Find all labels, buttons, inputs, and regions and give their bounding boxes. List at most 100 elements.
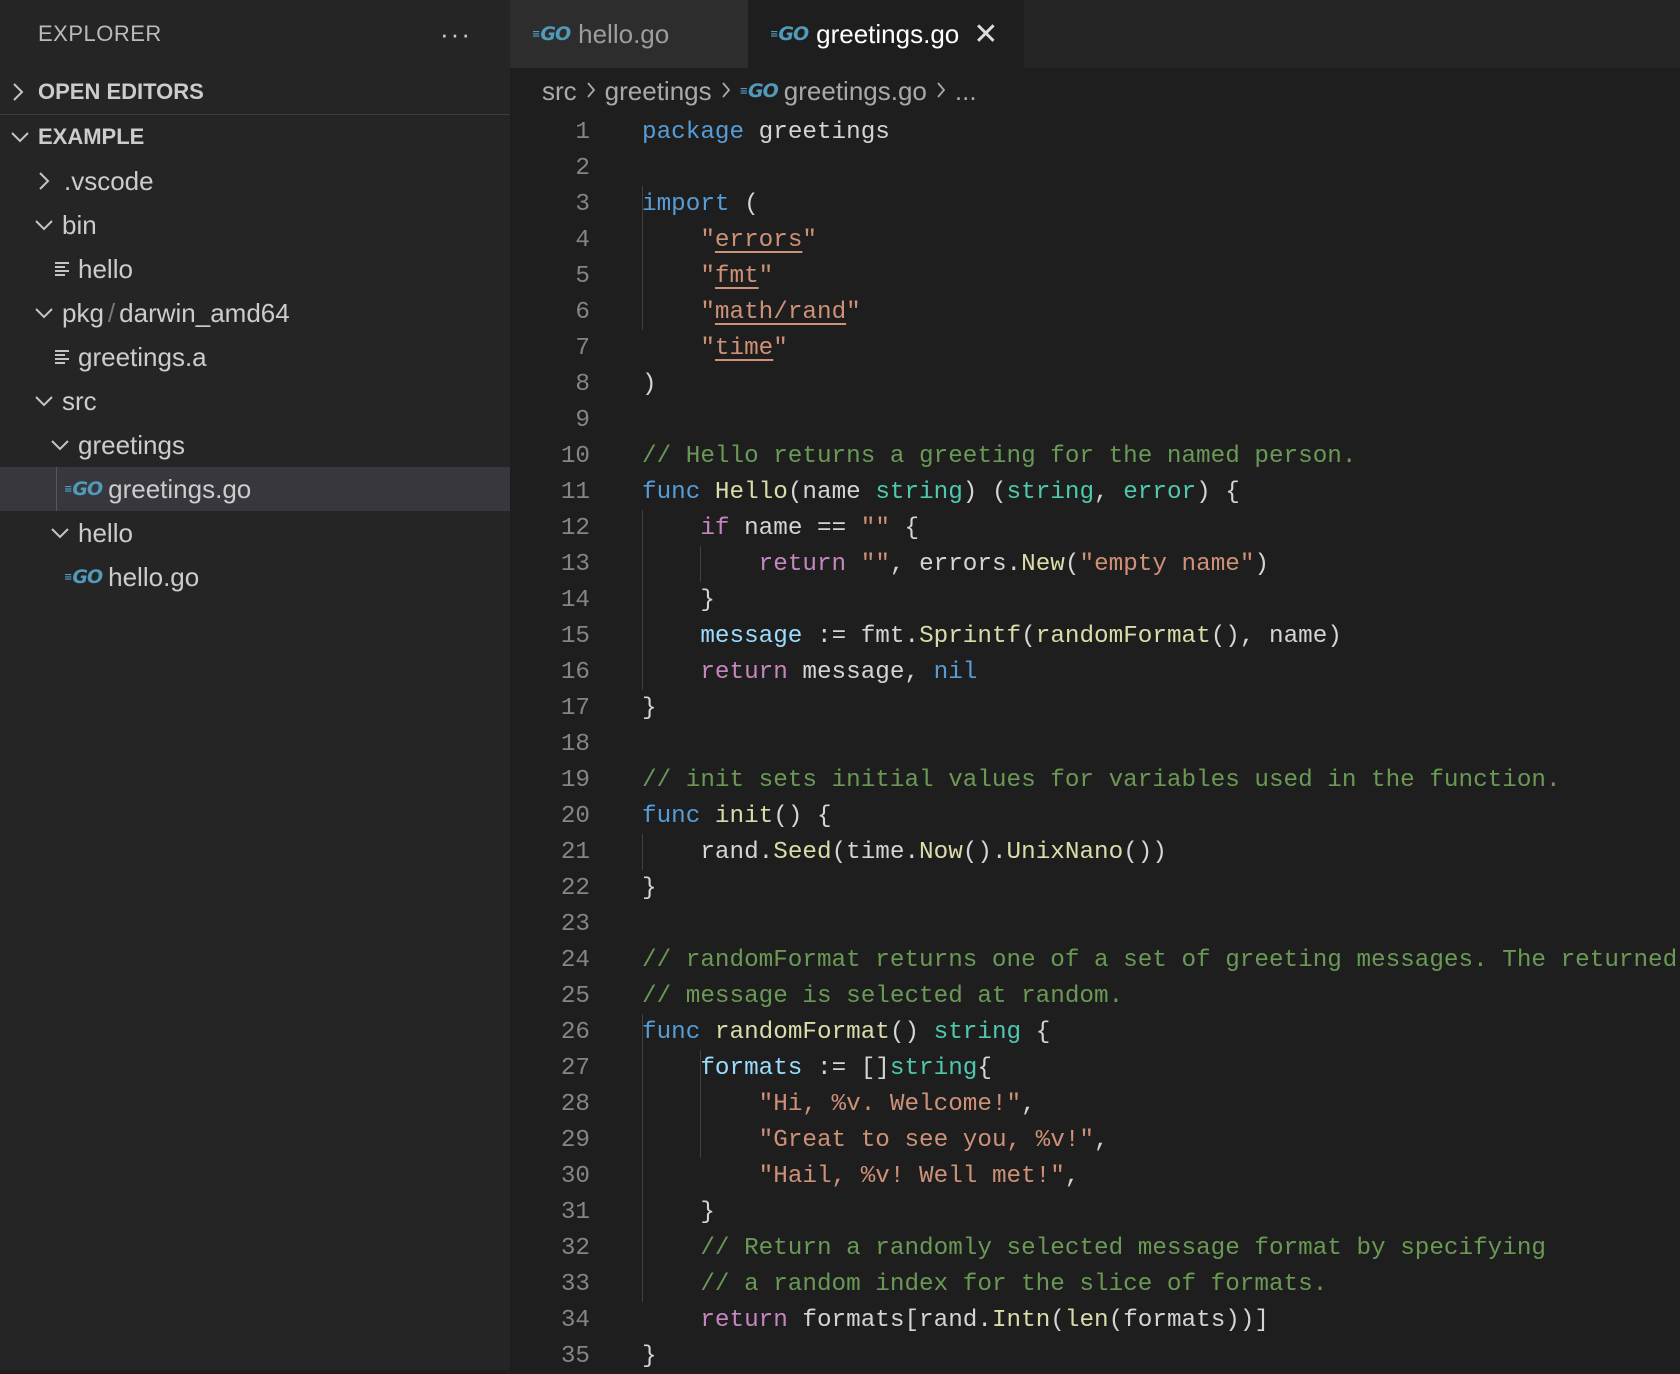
code-line: 32 // Return a randomly selected message… — [510, 1230, 1680, 1266]
tree-item-label: .vscode — [64, 165, 154, 196]
code-text: func randomFormat() string { — [642, 1018, 1051, 1046]
code-text: } — [642, 586, 715, 614]
code-line: 26 func randomFormat() string { — [510, 1014, 1680, 1050]
editor-pane: GO hello.go GO greetings.go ✕ src greeti… — [510, 0, 1680, 1370]
code-line: 8) — [510, 366, 1680, 402]
line-number: 27 — [560, 1054, 590, 1082]
tree-item-src[interactable]: src — [0, 379, 510, 423]
tree-item-greetings-a[interactable]: greetings.a — [0, 335, 510, 379]
line-number: 8 — [575, 370, 590, 398]
chevron-right-icon — [935, 76, 947, 107]
code-text: // Return a randomly selected message fo… — [642, 1235, 1546, 1262]
code-line: 33 // a random index for the slice of fo… — [510, 1266, 1680, 1302]
code-line: 20 func init() { — [510, 798, 1680, 834]
code-line: 28 "Hi, %v. Welcome!", — [510, 1086, 1680, 1122]
line-number: 33 — [560, 1270, 590, 1298]
tab-hello-go[interactable]: GO hello.go — [510, 0, 748, 68]
code-line: 6 "math/rand" — [510, 294, 1680, 330]
tree-item-vscode[interactable]: .vscode — [0, 159, 510, 203]
tree-item-greetings-go[interactable]: GO greetings.go — [0, 467, 510, 511]
more-actions-icon[interactable]: ··· — [440, 19, 472, 50]
code-text: } — [642, 1342, 657, 1370]
go-file-icon: GO — [64, 478, 103, 500]
code-line: 15 message := fmt.Sprintf(randomFormat()… — [510, 618, 1680, 654]
chevron-right-icon — [720, 76, 732, 107]
tree-item-hello-binary[interactable]: hello — [0, 247, 510, 291]
tree-item-bin[interactable]: bin — [0, 203, 510, 247]
code-line: 13 return "", errors.New("empty name") — [510, 546, 1680, 582]
chevron-right-icon — [585, 76, 597, 107]
line-number: 23 — [560, 910, 590, 938]
code-line: 7 "time" — [510, 330, 1680, 366]
code-line: 16 return message, nil — [510, 654, 1680, 690]
code-text: package greetings — [642, 118, 890, 146]
tree-item-label: greetings — [78, 429, 185, 460]
explorer-header: EXPLORER ··· — [0, 0, 510, 68]
chevron-down-icon — [34, 305, 62, 321]
breadcrumb-greetings[interactable]: greetings — [605, 76, 712, 107]
tree-item-hello-folder[interactable]: hello — [0, 511, 510, 555]
line-number: 2 — [575, 154, 590, 182]
chevron-down-icon — [50, 525, 78, 541]
open-editors-section[interactable]: OPEN EDITORS — [0, 70, 510, 115]
code-line: 11 func Hello(name string) (string, error… — [510, 474, 1680, 510]
code-line: 19 // init sets initial values for variab… — [510, 762, 1680, 798]
code-line: 35} — [510, 1338, 1680, 1374]
line-number: 16 — [560, 658, 590, 686]
line-number: 26 — [560, 1018, 590, 1046]
code-line: 2 — [510, 150, 1680, 186]
tab-label: greetings.go — [816, 18, 960, 49]
code-text: if name == "" { — [700, 514, 920, 542]
code-line: 31 } — [510, 1194, 1680, 1230]
workspace-section[interactable]: EXAMPLE — [0, 115, 510, 159]
line-number: 7 — [575, 334, 590, 362]
code-line: 17} — [510, 690, 1680, 726]
tree-item-hello-go[interactable]: GO hello.go — [0, 555, 510, 599]
tree-item-pkg[interactable]: pkg / darwin_amd64 — [0, 291, 510, 335]
tab-label: hello.go — [578, 18, 670, 49]
code-text: // a random index for the slice of forma… — [642, 1271, 1327, 1298]
close-icon[interactable]: ✕ — [973, 17, 998, 52]
tree-item-label: hello.go — [108, 561, 200, 592]
code-text: } — [642, 694, 657, 722]
string-literal: "Hail, %v! Well met!" — [758, 1162, 1065, 1190]
tree-item-label: greetings.a — [78, 341, 207, 372]
line-number: 18 — [560, 730, 590, 758]
code-text: "time" — [700, 334, 788, 362]
tab-greetings-go[interactable]: GO greetings.go ✕ — [748, 0, 1025, 68]
line-number: 21 — [560, 838, 590, 866]
breadcrumb-src[interactable]: src — [542, 76, 577, 107]
line-number: 10 — [560, 442, 590, 470]
line-number: 15 — [560, 622, 590, 650]
code-editor[interactable]: 1 package greetings 2 3 import ( 4 "errors… — [510, 114, 1680, 1374]
code-text: "Great to see you, %v!", — [758, 1126, 1109, 1154]
code-line: 4 "errors" — [510, 222, 1680, 258]
line-number: 34 — [560, 1306, 590, 1334]
tab-bar: GO hello.go GO greetings.go ✕ — [510, 0, 1680, 68]
line-number: 4 — [575, 226, 590, 254]
chevron-down-icon — [34, 217, 62, 233]
code-line: 10 // Hello returns a greeting for the na… — [510, 438, 1680, 474]
line-number: 6 — [575, 298, 590, 326]
code-text: message := fmt.Sprintf(randomFormat(), n… — [700, 622, 1342, 650]
code-comment: // a random index for the slice of forma… — [700, 1270, 1328, 1298]
line-number: 5 — [575, 262, 590, 290]
line-number: 19 — [560, 766, 590, 794]
code-text: "math/rand" — [700, 298, 861, 326]
code-text: return "", errors.New("empty name") — [758, 550, 1270, 578]
string-literal: "Hi, %v. Welcome!" — [758, 1090, 1022, 1118]
line-number: 14 — [560, 586, 590, 614]
code-line: 18 — [510, 726, 1680, 762]
line-number: 12 — [560, 514, 590, 542]
breadcrumb-symbols[interactable]: ... — [955, 76, 977, 107]
code-line: 25 // message is selected at random. — [510, 978, 1680, 1014]
code-line: 21 rand.Seed(time.Now().UnixNano()) — [510, 834, 1680, 870]
line-number: 22 — [560, 874, 590, 902]
file-lines-icon — [54, 260, 72, 278]
code-comment: // Return a randomly selected message fo… — [700, 1234, 1546, 1262]
code-text: "Hail, %v! Well met!", — [758, 1162, 1080, 1190]
code-line: 1 package greetings — [510, 114, 1680, 150]
breadcrumb-file[interactable]: greetings.go — [784, 76, 927, 107]
tree-item-label: pkg — [62, 297, 104, 328]
tree-item-greetings-folder[interactable]: greetings — [0, 423, 510, 467]
